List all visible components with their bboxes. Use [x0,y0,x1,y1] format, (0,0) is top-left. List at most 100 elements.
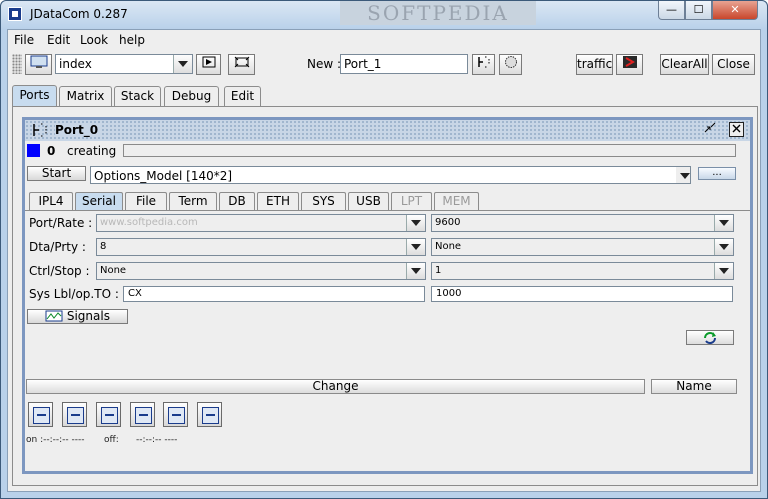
off-label: off: [104,435,119,445]
menu-help[interactable]: help [119,33,145,47]
parity-select[interactable]: None [431,238,734,256]
port-swap-icon [101,407,118,424]
subtab-usb[interactable]: USB [348,192,389,210]
subtab-term[interactable]: Term [169,192,217,210]
maximize-button[interactable]: ☐ [685,1,712,20]
off-time-readout: --:--:-- ---- [136,435,178,445]
close-window-button[interactable]: ✕ [712,1,758,20]
signals-button-label: Signals [66,309,110,323]
sum-button[interactable] [616,54,643,75]
subtab-db[interactable]: DB [219,192,255,210]
frame-close-icon[interactable] [729,122,744,137]
port-frame-titlebar[interactable] [25,120,750,141]
status-progress-bar [123,144,736,157]
traffic-button[interactable]: traffic [576,54,613,75]
ctrl-stop-label: Ctrl/Stop : [29,264,90,278]
start-button[interactable]: Start [27,166,86,181]
close-button[interactable]: Close [712,54,755,75]
status-count: 0 [47,144,56,158]
play-button[interactable] [196,54,221,75]
port-action-button-4[interactable] [130,402,155,427]
rate-select[interactable]: 9600 [431,214,734,232]
subtab-ipl4[interactable]: IPL4 [29,192,73,210]
play-icon [202,56,215,68]
tab-edit[interactable]: Edit [224,86,261,106]
expand-icon [234,56,249,68]
chevron-down-icon[interactable] [406,263,425,279]
frame-minimize-icon[interactable] [701,122,718,138]
subtab-sys[interactable]: SYS [301,192,346,210]
subtab-file[interactable]: File [125,192,167,210]
clearall-button[interactable]: ClearAll [660,54,709,75]
subtab-serial[interactable]: Serial [75,192,123,210]
toolbar-grip[interactable] [12,54,22,74]
port-action-button-3[interactable] [96,402,121,427]
change-button[interactable]: Change [26,379,645,394]
port-action-button-5[interactable] [163,402,188,427]
chevron-down-icon[interactable] [676,167,690,183]
stop-bits-select[interactable]: 1 [431,262,734,280]
model-select[interactable]: Options_Model [140*2] [90,166,691,184]
port-connector-icon [477,56,489,68]
browse-button[interactable]: ... [698,167,736,180]
menu-look[interactable]: Look [80,33,108,47]
add-port-button[interactable] [472,54,495,75]
refresh-icon [704,332,716,344]
port-rate-label: Port/Rate : [29,216,93,230]
timeout-input[interactable]: 1000 [431,286,733,302]
new-port-input[interactable]: Port_1 [340,54,468,74]
minimize-button[interactable]: — [658,1,685,20]
screen-view-button[interactable] [25,54,52,75]
parity-value: None [435,241,462,252]
port-action-button-2[interactable] [62,402,87,427]
chevron-down-icon[interactable] [714,215,733,231]
port-select[interactable]: www.softpedia.com [96,214,426,232]
view-select[interactable]: index [55,54,193,74]
chevron-down-icon[interactable] [714,239,733,255]
signal-chart-icon [45,310,63,322]
menu-file[interactable]: File [14,33,34,47]
port-select-hint: www.softpedia.com [100,217,198,228]
rate-select-value: 9600 [435,217,461,228]
subtab-mem: MEM [434,192,479,210]
new-label: New : [307,57,342,71]
tab-matrix[interactable]: Matrix [59,86,112,106]
port-connector-glyph [33,123,47,137]
data-parity-label: Dta/Prty : [29,240,86,254]
tab-stack[interactable]: Stack [114,86,161,106]
name-button[interactable]: Name [651,379,737,394]
expand-button[interactable] [228,54,255,75]
status-text: creating [67,144,117,158]
chevron-down-icon[interactable] [714,263,733,279]
monitor-icon [30,55,47,68]
port-chart-icon [202,407,219,424]
sys-label-input[interactable]: CX [123,286,425,302]
chevron-down-icon[interactable] [406,215,425,231]
port-back-icon [168,407,185,424]
flow-control-select[interactable]: None [96,262,426,280]
chevron-down-icon[interactable] [406,239,425,255]
tab-debug[interactable]: Debug [164,86,219,106]
data-bits-value: 8 [100,241,107,252]
port-action-button-1[interactable] [28,402,53,427]
circle-icon [504,56,517,68]
chevron-down-icon[interactable] [173,55,192,73]
port-icon [31,122,49,138]
app-icon [8,7,22,21]
menu-edit[interactable]: Edit [47,33,70,47]
flow-control-value: None [100,265,127,276]
port-out-icon [67,407,84,424]
port-frame-title: Port_0 [55,123,102,137]
stop-button[interactable] [499,54,522,75]
data-bits-select[interactable]: 8 [96,238,426,256]
subtab-eth[interactable]: ETH [257,192,299,210]
port-link-icon [135,407,152,424]
port-action-button-6[interactable] [197,402,222,427]
stop-bits-value: 1 [435,265,442,276]
status-indicator [27,144,40,157]
signals-button[interactable]: Signals [27,309,128,324]
refresh-button[interactable] [686,330,734,345]
tab-ports[interactable]: Ports [12,85,57,107]
window-title: JDataCom 0.287 [30,7,128,21]
sys-label-timeout-label: Sys Lbl/op.TO : [29,287,119,301]
